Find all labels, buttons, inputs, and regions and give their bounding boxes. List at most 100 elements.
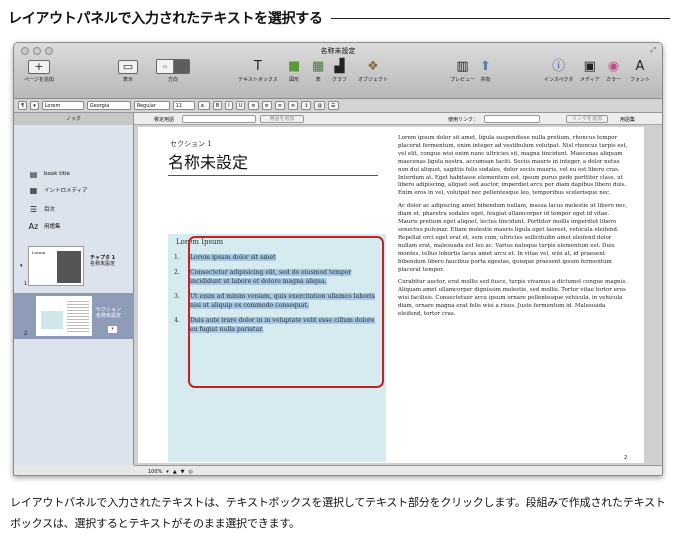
preview-icon: ▥ [456, 59, 469, 74]
fonts-button[interactable]: A フォント [630, 58, 650, 83]
glossary-icon: Az [28, 221, 39, 231]
chapter-thumb-text: Lorem [32, 250, 46, 255]
chapter-subtitle: 名称未設定 [90, 261, 116, 267]
page-navigator-icon[interactable]: ◎ [189, 469, 193, 475]
colors-button[interactable]: ◉ カラー [606, 58, 621, 83]
weight-select[interactable]: Regular [133, 101, 170, 110]
chapter-thumbnail[interactable]: Lorem [28, 246, 84, 286]
share-button[interactable]: ⬆ 共有 [480, 58, 491, 83]
text-color-button[interactable]: a [197, 101, 210, 110]
zoom-popup-icon[interactable]: ▾ [166, 469, 169, 475]
orientation-label: 方向 [167, 77, 178, 83]
caption: レイアウトパネルで入力されたテキストは、テキストボックスを選択してテキスト部分を… [10, 496, 666, 530]
add-link-button[interactable]: リンクを追加 [566, 115, 608, 123]
page-number: 2 [624, 455, 628, 461]
format-bar: ¶ ▾ Lorem Georgia Regular 11 a B I U ≡ ≡… [14, 99, 662, 113]
table-button[interactable]: ▦ 表 [312, 58, 324, 83]
portrait-icon[interactable] [173, 60, 189, 73]
fonts-label: フォント [630, 77, 651, 83]
chart-icon: ▟ [334, 59, 345, 74]
style-select[interactable]: Lorem [41, 101, 84, 110]
body-paragraph[interactable]: Lorem ipsum dolor sit amet, ligula suspe… [398, 135, 630, 198]
next-page-icon[interactable]: ▼ [181, 469, 185, 475]
sidebar-item-label: 用語集 [44, 224, 61, 230]
chart-label: グラフ [332, 77, 348, 83]
body-text-column[interactable]: Lorem ipsum dolor sit amet, ligula suspe… [398, 135, 630, 324]
chart-button[interactable]: ▟ グラフ [332, 58, 347, 83]
list-button[interactable]: ☰ [328, 101, 339, 110]
zoom-select[interactable]: 100% [148, 469, 162, 475]
page-number-2: 2 [24, 331, 28, 337]
fonts-icon: A [635, 59, 645, 74]
line-spacing-button[interactable]: ↕ [301, 101, 312, 110]
objects-button[interactable]: ❖ オブジェクト [358, 58, 388, 83]
document-canvas: セクション 1 名称未設定 Lorem Ipsum 1. Lorem ipsum … [134, 125, 662, 465]
page: セクション 1 名称未設定 Lorem Ipsum 1. Lorem ipsum … [138, 127, 644, 463]
sidebar-item-intro-media[interactable]: ▦ イントロメディア [28, 185, 88, 195]
colors-label: カラー [606, 77, 622, 83]
size-select[interactable]: 11 [172, 101, 195, 110]
section-thumbnail[interactable] [36, 296, 92, 336]
preview-button[interactable]: ▥ プレビュー [450, 58, 475, 83]
share-icon: ⬆ [480, 59, 491, 74]
article-heading: レイアウトパネルで入力されたテキストを選択する [8, 11, 323, 27]
style-drawer-button[interactable]: ¶ [18, 101, 28, 110]
sidebar-item-label: イントロメディア [44, 188, 88, 194]
tab-book[interactable]: ノック [14, 113, 134, 125]
orientation-control[interactable]: ▭ 方向 [156, 58, 190, 83]
fullscreen-icon[interactable]: ⤢ [650, 46, 656, 55]
columns-button[interactable]: ▥ [314, 101, 326, 110]
align-center-button[interactable]: ≡ [261, 101, 272, 110]
inspector-button[interactable]: ⓘ インスペクタ [544, 58, 573, 83]
text-column-mini [67, 301, 89, 333]
textbox-label: テキストボックス [238, 77, 278, 83]
heading-row: レイアウトパネルで入力されたテキストを選択する [8, 6, 670, 30]
orientation-segmented[interactable]: ▭ [156, 59, 190, 74]
previous-page-icon[interactable]: ▲ [173, 469, 177, 475]
view-button[interactable]: ▭ 表示 [118, 58, 138, 83]
section-thumbnail-row[interactable]: セクション 名称未設定 2 ▾ [14, 293, 134, 339]
sidebar-item-label: book title [44, 171, 70, 177]
window-title: 名称未設定 [320, 47, 356, 55]
lorem-box-mini [41, 311, 63, 329]
sidebar-item-toc[interactable]: ☰ 目次 [28, 204, 55, 214]
align-right-button[interactable]: ≡ [274, 101, 285, 110]
landscape-icon[interactable]: ▭ [157, 60, 173, 73]
selection-highlight-ring [188, 236, 384, 388]
chapter-label: チャプタ 1 名称未設定 [90, 255, 115, 267]
section-heading[interactable]: セクション 1 [170, 139, 212, 149]
justify-button[interactable]: ≡ [287, 101, 299, 110]
view-icon: ▭ [118, 59, 138, 74]
shapes-button[interactable]: ■ 図形 [288, 58, 300, 83]
chapter-thumbnail-row[interactable]: ▾ Lorem チャプタ 1 名称未設定 1 [14, 243, 134, 289]
underline-button[interactable]: U [235, 101, 246, 110]
add-page-button[interactable]: + ページを追加 [24, 58, 54, 83]
sidebar-item-book-title[interactable]: ▤ book title [28, 169, 70, 179]
font-select[interactable]: Georgia [86, 101, 131, 110]
sidebar-item-label: 目次 [44, 207, 56, 213]
body-paragraph[interactable]: Ac dolor ac adipiscing amet bibendum nul… [398, 203, 630, 274]
sidebar-item-glossary[interactable]: Az 用語集 [28, 221, 61, 231]
disclosure-triangle-icon[interactable]: ▾ [20, 263, 23, 269]
flower-photo [57, 251, 81, 283]
view-label: 表示 [122, 77, 133, 83]
link-label: 使用リンク： [448, 117, 479, 123]
section-options-icon[interactable]: ▾ [108, 326, 117, 333]
page-title[interactable]: 名称未設定 [168, 149, 248, 173]
body-paragraph[interactable]: Curabitur auctor, erat mollis sed fusce,… [398, 279, 630, 319]
link-field[interactable] [484, 115, 540, 123]
italic-button[interactable]: I [225, 101, 233, 110]
bold-button[interactable]: B [212, 101, 223, 110]
media-button[interactable]: ▣ メディア [580, 58, 600, 83]
style-popup[interactable]: ▾ [30, 101, 39, 110]
textbox-button[interactable]: T テキストボックス [238, 58, 278, 83]
color-wheel-icon: ◉ [607, 59, 620, 74]
add-term-button[interactable]: 用語を追加 [260, 115, 304, 123]
book-icon: ▤ [29, 169, 38, 179]
info-icon: ⓘ [552, 59, 566, 74]
term-field[interactable] [182, 115, 256, 123]
glossary-link[interactable]: 用語集 [620, 116, 635, 123]
list-icon: ☰ [29, 204, 38, 214]
add-page-label: ページを追加 [24, 77, 54, 83]
align-left-button[interactable]: ≡ [248, 101, 259, 110]
